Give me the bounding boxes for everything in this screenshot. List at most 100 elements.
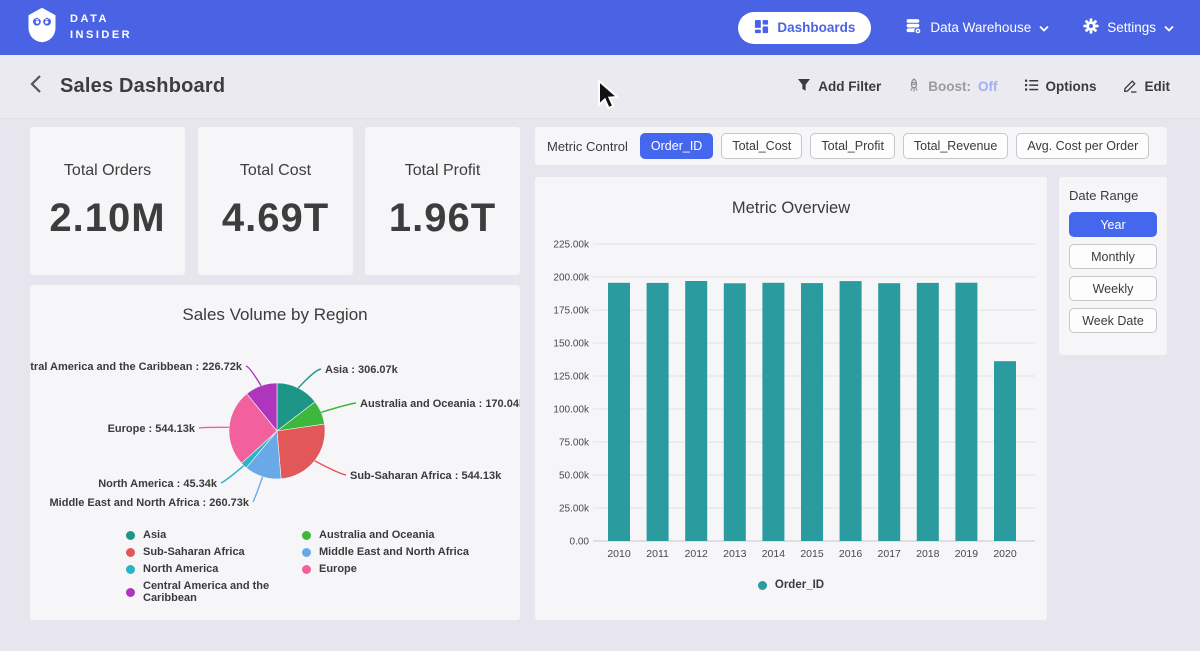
kpi-label: Total Cost <box>240 162 311 180</box>
pie-chart[interactable]: Asia : 306.07kAustralia and Oceania : 17… <box>30 327 520 525</box>
pie-leader-line <box>315 461 346 475</box>
nav-settings-label: Settings <box>1107 20 1156 35</box>
bar-2012[interactable] <box>685 281 707 541</box>
legend-dot <box>758 581 767 590</box>
x-axis-tick: 2010 <box>607 548 631 560</box>
legend-dot <box>302 531 311 540</box>
page-header: Sales Dashboard Add Filter Boost: Off <box>0 55 1200 119</box>
nav-dashboards-label: Dashboards <box>777 20 855 35</box>
x-axis-tick: 2020 <box>993 548 1017 560</box>
x-axis-tick: 2013 <box>723 548 747 560</box>
add-filter-button[interactable]: Add Filter <box>797 78 881 95</box>
kpi-label: Total Orders <box>64 162 151 180</box>
date-range-option-year[interactable]: Year <box>1069 212 1157 237</box>
gear-icon <box>1083 18 1099 37</box>
pie-chart-card: Sales Volume by Region Asia : 306.07kAus… <box>30 285 520 620</box>
legend-item-north-america[interactable]: North America <box>126 563 302 575</box>
kpi-card-total-cost: Total Cost 4.69T <box>198 127 353 275</box>
pie-chart-legend: Asia Sub-Saharan Africa North America Centr… <box>30 529 520 604</box>
nav-data-warehouse[interactable]: Data Warehouse <box>905 18 1049 38</box>
y-axis-tick: 25.00k <box>559 504 590 515</box>
y-axis-tick: 150.00k <box>553 339 590 350</box>
bar-2011[interactable] <box>647 283 669 541</box>
pie-label-sub-saharan-africa: Sub-Saharan Africa : 544.13k <box>350 470 502 482</box>
date-range-panel: Date Range Year Monthly Weekly Week Date <box>1059 177 1167 355</box>
legend-dot <box>302 548 311 557</box>
y-axis-tick: 225.00k <box>553 240 590 251</box>
legend-dot <box>302 565 311 574</box>
pie-chart-title: Sales Volume by Region <box>30 305 520 325</box>
legend-label: Europe <box>319 563 357 575</box>
pie-leader-line <box>321 403 356 412</box>
metric-option-total-revenue[interactable]: Total_Revenue <box>903 133 1008 159</box>
bar-2014[interactable] <box>762 283 784 541</box>
legend-item-sub-saharan-africa[interactable]: Sub-Saharan Africa <box>126 546 302 558</box>
pie-leader-line <box>246 366 261 386</box>
kpi-value: 2.10M <box>49 196 165 241</box>
legend-item-australia-and-oceania[interactable]: Australia and Oceania <box>302 529 469 541</box>
kpi-label: Total Profit <box>405 162 481 180</box>
bar-2013[interactable] <box>724 283 746 541</box>
pie-label-middle-east-and-north-africa: Middle East and North Africa : 260.73k <box>50 497 250 509</box>
pencil-edit-icon <box>1123 78 1138 96</box>
brand: DATA INSIDER <box>24 6 132 49</box>
legend-item-europe[interactable]: Europe <box>302 563 469 575</box>
boost-toggle[interactable]: Boost: Off <box>907 78 997 96</box>
metric-option-order-id[interactable]: Order_ID <box>640 133 713 159</box>
legend-item-asia[interactable]: Asia <box>126 529 302 541</box>
edit-button[interactable]: Edit <box>1123 78 1171 96</box>
chevron-down-icon <box>1164 20 1174 35</box>
y-axis-tick: 125.00k <box>553 372 590 383</box>
dashboard-grid-icon <box>754 19 769 37</box>
x-axis-tick: 2017 <box>878 548 902 560</box>
rocket-icon <box>907 78 921 96</box>
kpi-card-total-orders: Total Orders 2.10M <box>30 127 185 275</box>
legend-item-central-america-and-the-caribbean[interactable]: Central America and the Caribbean <box>126 580 302 604</box>
metric-control-label: Metric Control <box>547 139 628 154</box>
pie-slice-sub-saharan-africa[interactable] <box>277 424 325 479</box>
metric-option-total-profit[interactable]: Total_Profit <box>810 133 895 159</box>
metric-option-avg-cost-per-order[interactable]: Avg. Cost per Order <box>1016 133 1149 159</box>
pie-label-australia-and-oceania: Australia and Oceania : 170.04k <box>360 398 520 410</box>
pie-leader-line <box>221 466 244 483</box>
top-navigation: DATA INSIDER Dashboards <box>0 0 1200 55</box>
date-range-buttons: Year Monthly Weekly Week Date <box>1069 212 1157 333</box>
pie-label-central-america-and-the-caribbean: Central America and the Caribbean : 226.… <box>30 361 243 373</box>
legend-dot <box>126 565 135 574</box>
bar-2018[interactable] <box>917 283 939 541</box>
date-range-option-weekly[interactable]: Weekly <box>1069 276 1157 301</box>
legend-label: Sub-Saharan Africa <box>143 546 245 558</box>
nav-settings[interactable]: Settings <box>1083 18 1174 37</box>
x-axis-tick: 2016 <box>839 548 863 560</box>
chevron-down-icon <box>1039 20 1049 35</box>
bar-2016[interactable] <box>840 281 862 541</box>
bar-2019[interactable] <box>955 283 977 541</box>
database-icon <box>905 18 922 38</box>
bar-chart[interactable]: 0.0025.00k50.00k75.00k100.00k125.00k150.… <box>535 225 1047 573</box>
pie-label-north-america: North America : 45.34k <box>98 478 218 490</box>
bar-2017[interactable] <box>878 283 900 541</box>
legend-label: Middle East and North Africa <box>319 546 469 558</box>
back-button[interactable] <box>30 74 42 99</box>
pie-label-europe: Europe : 544.13k <box>108 423 196 435</box>
bar-2020[interactable] <box>994 361 1016 541</box>
bar-chart-title: Metric Overview <box>535 199 1047 218</box>
bar-2015[interactable] <box>801 283 823 541</box>
legend-label: Order_ID <box>775 579 824 591</box>
date-range-label: Date Range <box>1069 188 1157 203</box>
legend-label: North America <box>143 563 218 575</box>
legend-dot <box>126 588 135 597</box>
date-range-option-week-date[interactable]: Week Date <box>1069 308 1157 333</box>
nav-dashboards-button[interactable]: Dashboards <box>738 12 871 44</box>
x-axis-tick: 2018 <box>916 548 940 560</box>
options-button[interactable]: Options <box>1024 78 1097 95</box>
boost-state: Off <box>978 79 998 94</box>
date-range-option-monthly[interactable]: Monthly <box>1069 244 1157 269</box>
pie-leader-line <box>199 427 229 428</box>
list-options-icon <box>1024 78 1039 95</box>
bar-2010[interactable] <box>608 283 630 541</box>
legend-item-middle-east-and-north-africa[interactable]: Middle East and North Africa <box>302 546 469 558</box>
metric-option-total-cost[interactable]: Total_Cost <box>721 133 802 159</box>
pie-leader-line <box>253 477 263 502</box>
bar-chart-legend: Order_ID <box>535 579 1047 591</box>
